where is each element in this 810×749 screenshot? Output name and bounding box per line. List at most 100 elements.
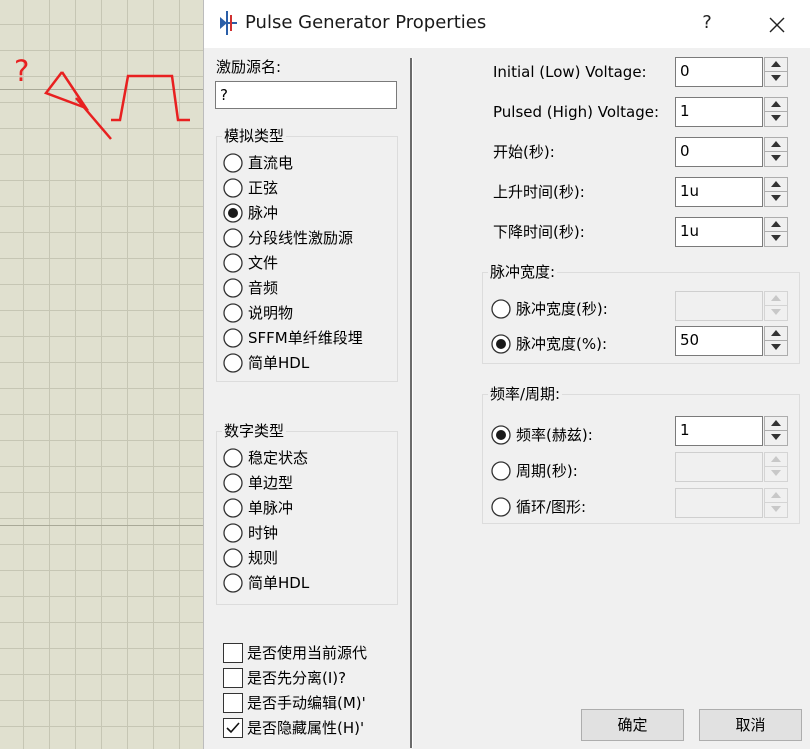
spin-down-icon	[771, 155, 781, 161]
close-icon[interactable]	[762, 10, 792, 40]
frequency-period-option-radio[interactable]	[491, 461, 511, 481]
frequency-period-spinner[interactable]	[764, 488, 788, 518]
option-checkbox[interactable]	[223, 718, 243, 738]
spin-up-icon	[771, 492, 781, 498]
parameter-input[interactable]: 0	[675, 57, 763, 87]
option-checkbox[interactable]	[223, 693, 243, 713]
digital-option-radio[interactable]	[223, 573, 243, 593]
digital-option-radio[interactable]	[223, 548, 243, 568]
spin-down-icon	[771, 309, 781, 315]
analog-option-radio[interactable]	[223, 228, 243, 248]
analog-option-label: 音频	[248, 279, 279, 297]
analog-option-radio[interactable]	[223, 203, 243, 223]
parameter-field: 1u	[675, 177, 789, 207]
option-checkbox-label: 是否手动编辑(M)'	[247, 694, 366, 712]
pulse-width-input[interactable]	[675, 291, 763, 321]
spin-up-icon	[771, 456, 781, 462]
cancel-button[interactable]: 取消	[699, 709, 802, 741]
pulse-width-title: 脉冲宽度:	[488, 263, 558, 281]
analog-option-radio[interactable]	[223, 153, 243, 173]
spin-up-icon	[771, 101, 781, 107]
parameter-field: 1	[675, 97, 789, 127]
pulse-width-spinner[interactable]	[764, 291, 788, 321]
analog-option-label: 分段线性激励源	[248, 229, 354, 247]
checkmark-icon	[226, 722, 240, 734]
frequency-period-option-label: 周期(秒):	[516, 462, 578, 480]
digital-option-label: 稳定状态	[248, 449, 309, 467]
frequency-period-field	[675, 488, 789, 518]
analog-option-label: SFFM单纤维段埋	[248, 329, 363, 347]
parameter-field: 0	[675, 137, 789, 167]
option-checkbox-label: 是否隐藏属性(H)'	[247, 719, 365, 737]
parameter-field: 1u	[675, 217, 789, 247]
window-title: Pulse Generator Properties	[245, 12, 487, 33]
help-button[interactable]: ?	[692, 8, 722, 38]
spin-up-icon	[771, 181, 781, 187]
source-name-input[interactable]: ?	[215, 81, 397, 109]
frequency-period-option-radio[interactable]	[491, 497, 511, 517]
pulse-source-symbol	[43, 71, 190, 140]
analog-option-radio[interactable]	[223, 178, 243, 198]
frequency-period-option-label: 循环/图形:	[516, 498, 587, 516]
option-checkbox[interactable]	[223, 643, 243, 663]
analog-option-radio[interactable]	[223, 303, 243, 323]
analog-option-radio[interactable]	[223, 278, 243, 298]
pulse-width-spinner[interactable]	[764, 326, 788, 356]
analog-option-label: 说明物	[248, 304, 294, 322]
digital-option-radio[interactable]	[223, 473, 243, 493]
frequency-period-input[interactable]	[675, 452, 763, 482]
option-checkbox-label: 是否使用当前源代	[247, 644, 368, 662]
parameter-label: Initial (Low) Voltage:	[493, 63, 647, 81]
frequency-period-spinner[interactable]	[764, 416, 788, 446]
parameter-spinner[interactable]	[764, 57, 788, 87]
analog-option-label: 文件	[248, 254, 279, 272]
frequency-period-option-label: 频率(赫兹):	[516, 426, 593, 444]
parameter-spinner[interactable]	[764, 137, 788, 167]
digital-option-label: 单脉冲	[248, 499, 294, 517]
digital-option-label: 单边型	[248, 474, 294, 492]
spin-up-icon	[771, 141, 781, 147]
spin-down-icon	[771, 506, 781, 512]
digital-option-radio[interactable]	[223, 498, 243, 518]
option-checkbox[interactable]	[223, 668, 243, 688]
parameter-input[interactable]: 1u	[675, 217, 763, 247]
digital-option-label: 规则	[248, 549, 279, 567]
spin-down-icon	[771, 115, 781, 121]
parameter-spinner[interactable]	[764, 217, 788, 247]
digital-option-radio[interactable]	[223, 523, 243, 543]
parameter-field: 0	[675, 57, 789, 87]
frequency-period-spinner[interactable]	[764, 452, 788, 482]
spin-down-icon	[771, 195, 781, 201]
parameter-spinner[interactable]	[764, 97, 788, 127]
ok-button[interactable]: 确定	[581, 709, 684, 741]
pulse-width-option-radio[interactable]	[491, 299, 511, 319]
digital-option-radio[interactable]	[223, 448, 243, 468]
spin-down-icon	[771, 470, 781, 476]
frequency-period-input[interactable]	[675, 488, 763, 518]
parameter-input[interactable]: 1u	[675, 177, 763, 207]
analog-option-radio[interactable]	[223, 353, 243, 373]
analog-option-radio[interactable]	[223, 328, 243, 348]
parameter-label: 下降时间(秒):	[493, 223, 585, 241]
pulse-width-option-label: 脉冲宽度(秒):	[516, 300, 608, 318]
pulse-width-option-radio[interactable]	[491, 334, 511, 354]
schematic-background: ?	[0, 0, 203, 749]
frequency-period-input[interactable]: 1	[675, 416, 763, 446]
digital-option-label: 简单HDL	[248, 574, 310, 592]
parameter-spinner[interactable]	[764, 177, 788, 207]
analog-option-radio[interactable]	[223, 253, 243, 273]
frequency-period-option-radio[interactable]	[491, 425, 511, 445]
digital-type-title: 数字类型	[222, 422, 287, 440]
analog-type-title: 模拟类型	[222, 127, 287, 145]
spin-up-icon	[771, 61, 781, 67]
pulse-width-input[interactable]: 50	[675, 326, 763, 356]
spin-up-icon	[771, 221, 781, 227]
parameter-input[interactable]: 0	[675, 137, 763, 167]
frequency-period-field: 1	[675, 416, 789, 446]
frequency-period-field	[675, 452, 789, 482]
frequency-period-title: 频率/周期:	[488, 385, 563, 403]
analog-option-label: 简单HDL	[248, 354, 310, 372]
parameter-input[interactable]: 1	[675, 97, 763, 127]
analog-option-label: 正弦	[248, 179, 279, 197]
digital-option-label: 时钟	[248, 524, 279, 542]
